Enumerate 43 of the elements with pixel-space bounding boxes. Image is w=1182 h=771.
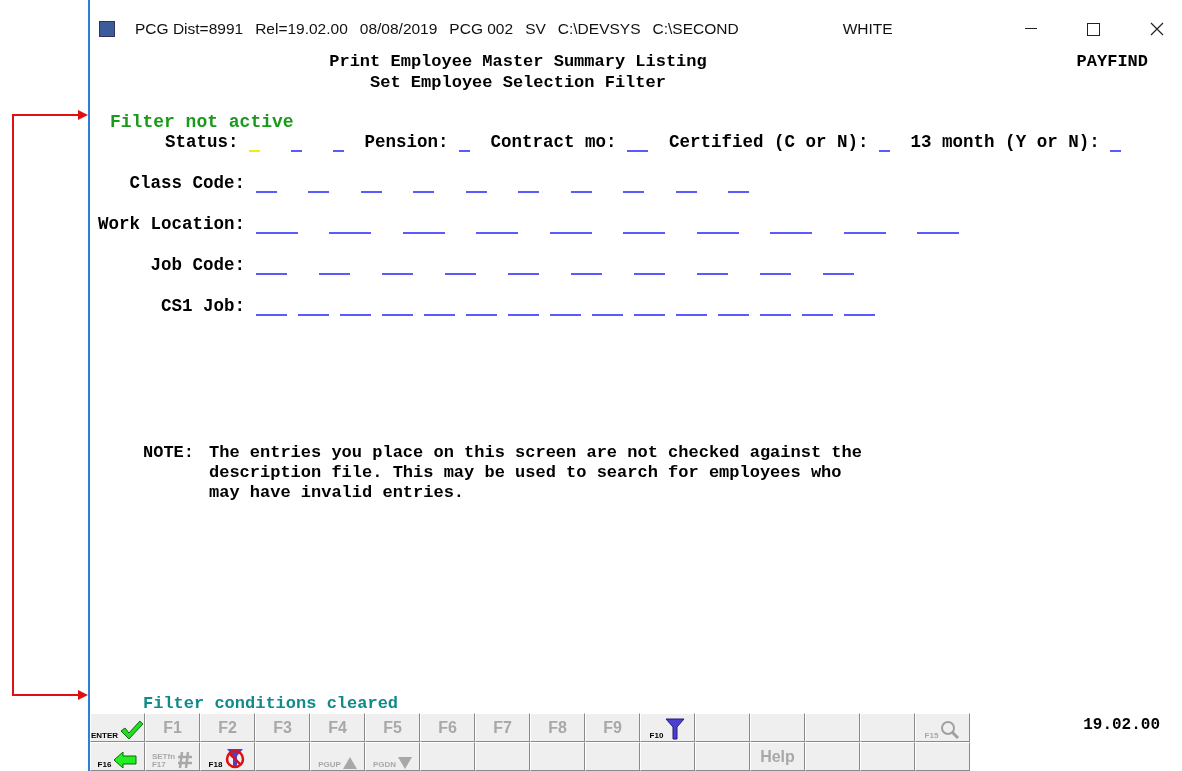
window-title: PCG Dist=8991 bbox=[135, 19, 244, 40]
field-label: 13 month (Y or N): bbox=[910, 134, 1100, 152]
field-label: Contract mo: bbox=[490, 134, 617, 152]
funnel-icon bbox=[665, 718, 686, 740]
note-text: description file. This may be used to search for employees who bbox=[209, 464, 843, 481]
no-filter-icon bbox=[224, 747, 247, 769]
field-label: Job Code: bbox=[149, 257, 245, 275]
function-key[interactable]: F18 bbox=[200, 742, 255, 771]
window-title: C:\DEVSYS bbox=[557, 19, 641, 40]
up-triangle-icon bbox=[342, 757, 357, 769]
note-text: may have invalid entries. bbox=[209, 484, 466, 501]
close-icon[interactable] bbox=[1150, 22, 1164, 36]
version-label: 19.02.00 bbox=[1083, 717, 1160, 733]
window-title: WHITE bbox=[842, 19, 893, 40]
app-icon bbox=[99, 21, 115, 37]
function-key[interactable]: F10 bbox=[640, 713, 695, 742]
filter-status: Filter not active bbox=[110, 113, 294, 131]
field-label: Pension: bbox=[364, 134, 449, 152]
screen-title: Print Employee Master Summary Listing bbox=[329, 53, 707, 70]
window-title: PCG 002 bbox=[449, 19, 514, 40]
function-key[interactable]: F16 bbox=[90, 742, 145, 771]
down-triangle-icon bbox=[398, 757, 413, 769]
minimize-icon[interactable] bbox=[1025, 28, 1037, 30]
field-label: Work Location: bbox=[96, 216, 245, 234]
field-label: Class Code: bbox=[128, 175, 245, 193]
search-icon bbox=[940, 720, 961, 740]
screen-title: Set Employee Selection Filter bbox=[370, 74, 666, 91]
window-title: 08/08/2019 bbox=[359, 19, 438, 40]
left-arrow-icon bbox=[113, 751, 138, 769]
field-label: Certified (C or N): bbox=[669, 134, 869, 152]
field-label: Status: bbox=[165, 134, 239, 152]
window-title: SV bbox=[525, 19, 546, 40]
program-name: PAYFIND bbox=[1076, 53, 1148, 73]
function-key[interactable]: ENTER bbox=[90, 713, 145, 742]
window-title: Rel=19.02.00 bbox=[255, 19, 348, 40]
status-message: Filter conditions cleared bbox=[143, 695, 399, 712]
note-label: NOTE: bbox=[143, 444, 195, 464]
field-label: CS1 Job: bbox=[160, 298, 245, 316]
note-text: The entries you place on this screen are not checked against the bbox=[209, 444, 862, 461]
window-title: C:\SECOND bbox=[652, 19, 739, 40]
check-icon bbox=[120, 720, 144, 740]
hash-icon bbox=[177, 751, 194, 769]
maximize-icon[interactable] bbox=[1087, 22, 1100, 36]
